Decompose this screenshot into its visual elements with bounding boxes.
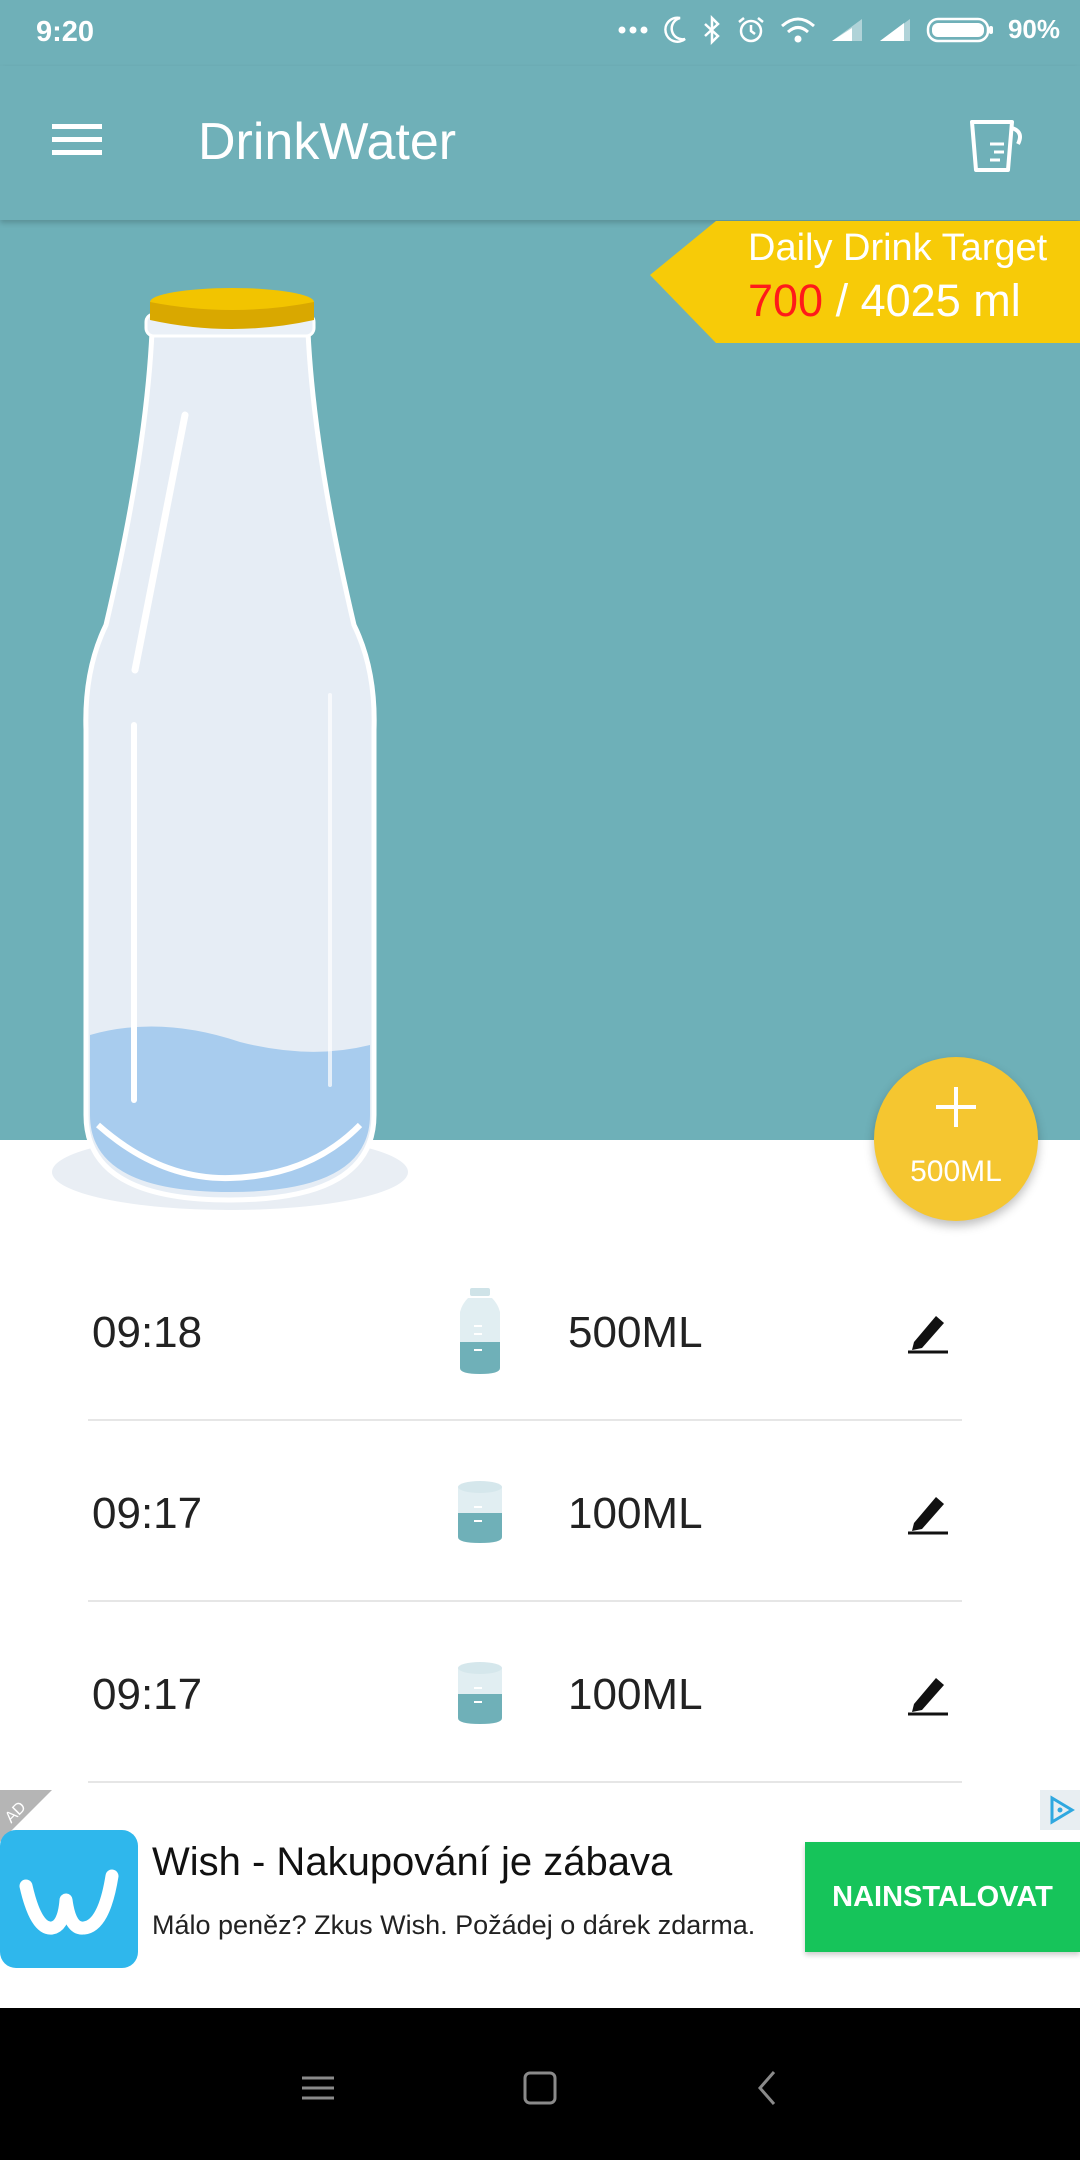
cup-icon bbox=[458, 1662, 502, 1724]
cup-icon bbox=[458, 1481, 502, 1543]
drink-history-icon bbox=[970, 120, 1022, 172]
drink-history-button[interactable] bbox=[960, 108, 1030, 182]
target-values: 700 / 4025 ml bbox=[748, 275, 1021, 327]
water-bottle bbox=[52, 288, 408, 1210]
wish-logo-icon bbox=[19, 1869, 119, 1935]
moon-icon bbox=[664, 15, 686, 43]
log-amount: 100ML bbox=[568, 1670, 703, 1719]
battery-percent: 90% bbox=[1007, 14, 1060, 44]
back-icon[interactable] bbox=[738, 2058, 798, 2118]
edit-icon[interactable] bbox=[906, 1670, 950, 1716]
log-amount: 500ML bbox=[568, 1308, 703, 1357]
log-amount: 100ML bbox=[568, 1489, 703, 1538]
target-goal: 4025 ml bbox=[860, 275, 1021, 326]
menu-button[interactable] bbox=[40, 104, 110, 174]
signal-icon bbox=[879, 18, 910, 41]
ad-description: Málo peněz? Zkus Wish. Požádej o dárek z… bbox=[152, 1910, 756, 1940]
ad-title: Wish - Nakupování je zábava bbox=[152, 1840, 673, 1884]
ad-banner[interactable]: AD Wish - Nakupování je zábava Málo peně… bbox=[0, 1790, 1080, 2008]
wifi-icon bbox=[780, 17, 815, 42]
home-icon[interactable] bbox=[510, 2058, 570, 2118]
log-row: 09:18 500ML bbox=[88, 1240, 962, 1421]
log-time: 09:17 bbox=[92, 1670, 203, 1719]
plus-icon bbox=[936, 1087, 976, 1127]
status-bar: 9:20 90% bbox=[0, 0, 1080, 66]
battery-icon bbox=[926, 17, 993, 42]
app-title: DrinkWater bbox=[198, 113, 457, 171]
adchoices-icon[interactable] bbox=[1040, 1790, 1080, 1830]
alarm-icon bbox=[738, 16, 764, 42]
bottle-icon bbox=[460, 1288, 500, 1374]
recents-icon[interactable] bbox=[288, 2058, 348, 2118]
nav-bar bbox=[0, 2008, 1080, 2160]
target-separator: / bbox=[823, 275, 861, 326]
log-time: 09:17 bbox=[92, 1489, 203, 1538]
target-label: Daily Drink Target bbox=[748, 227, 1048, 269]
status-time: 9:20 bbox=[36, 16, 95, 48]
log-row: 09:17 100ML bbox=[88, 1602, 962, 1783]
install-button[interactable]: NAINSTALOVAT bbox=[805, 1842, 1080, 1952]
more-icon bbox=[618, 26, 648, 33]
log-row: 09:17 100ML bbox=[88, 1421, 962, 1602]
bluetooth-icon bbox=[704, 14, 720, 45]
drink-log-list: 09:18 500ML 09:17 100ML 09:17 100ML bbox=[88, 1240, 962, 1783]
daily-target-badge: Daily Drink Target 700 / 4025 ml bbox=[650, 221, 1080, 343]
app-bar: DrinkWater bbox=[0, 66, 1080, 220]
log-time: 09:18 bbox=[92, 1308, 203, 1357]
signal-icon bbox=[831, 18, 862, 41]
status-icons: 90% bbox=[618, 14, 1060, 45]
wish-logo[interactable] bbox=[0, 1830, 138, 1968]
target-current: 700 bbox=[748, 275, 824, 326]
edit-icon[interactable] bbox=[906, 1489, 950, 1535]
add-500ml-button[interactable]: 500ML bbox=[874, 1057, 1038, 1221]
edit-icon[interactable] bbox=[906, 1308, 950, 1354]
menu-icon bbox=[52, 124, 102, 155]
fab-label: 500ML bbox=[910, 1155, 1002, 1188]
